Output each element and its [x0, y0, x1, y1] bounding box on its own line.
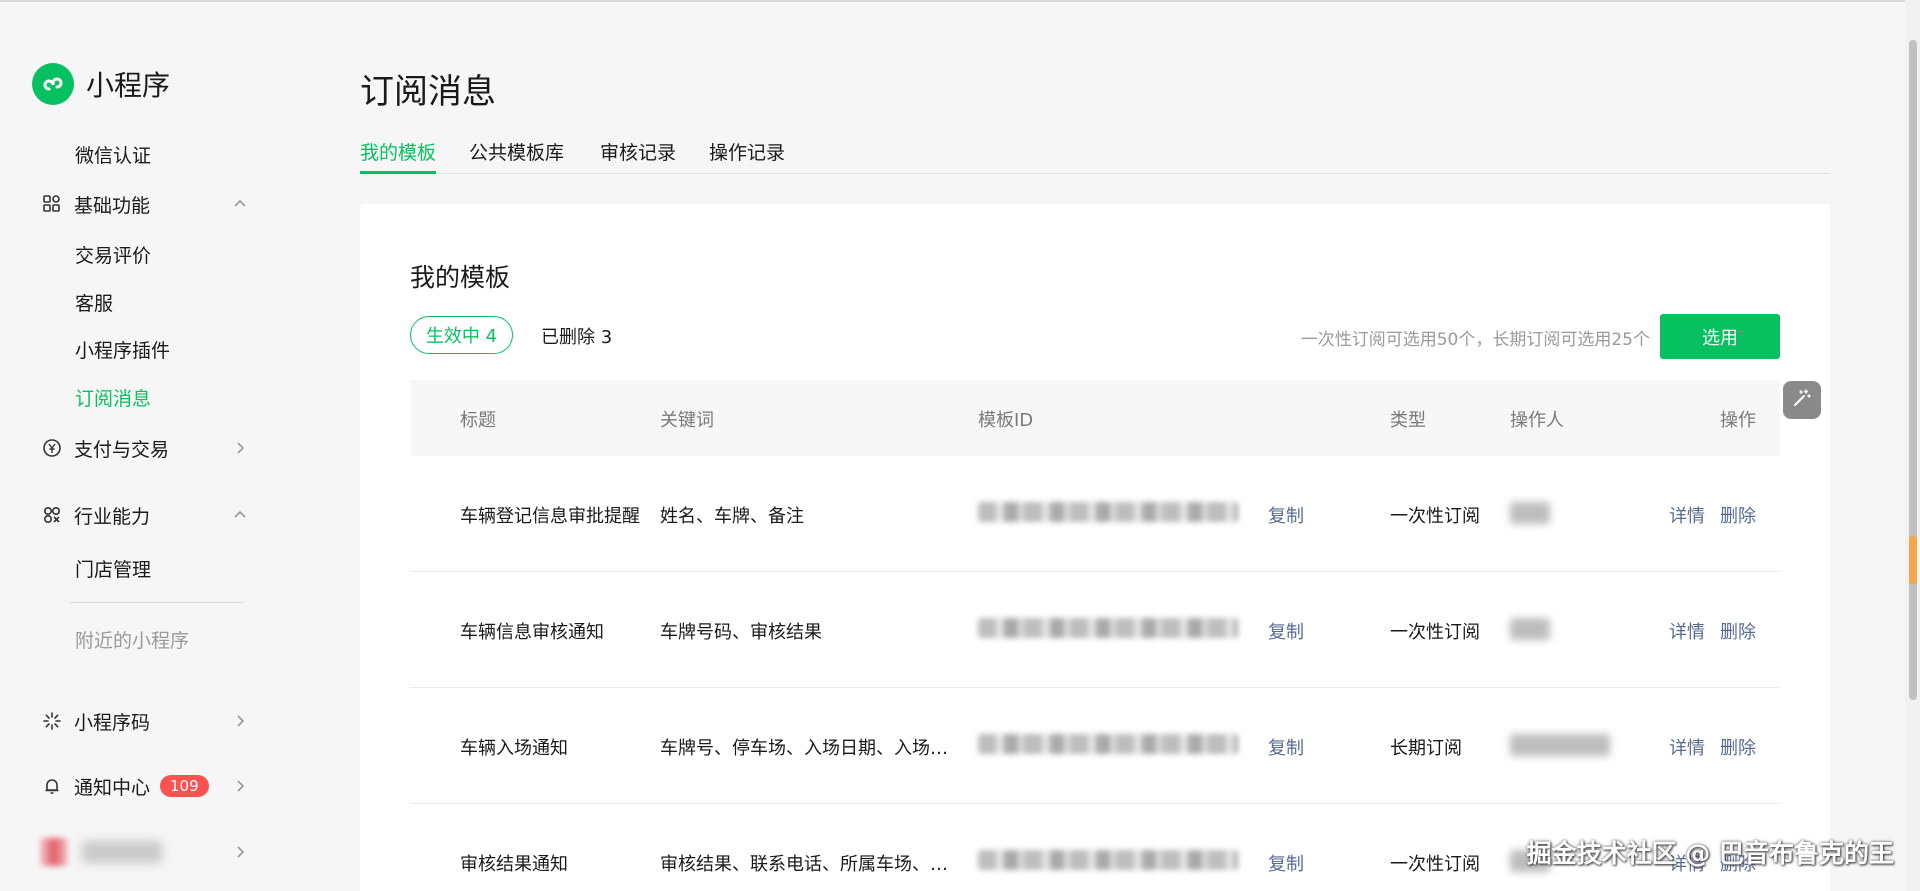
industry-icon: [40, 503, 64, 527]
templates-card: 我的模板 生效中 4 已删除 3 一次性订阅可选用50个，长期订阅可选用25个 …: [360, 204, 1830, 891]
row-operator-redacted: [1510, 618, 1550, 640]
sidebar-group-industry[interactable]: 行业能力: [0, 499, 260, 531]
row-keywords: 车牌号码、审核结果: [660, 622, 822, 643]
header-title: 标题: [460, 410, 496, 431]
miniprogram-logo-icon: [32, 63, 74, 105]
table-row: 车辆信息审核通知 车牌号码、审核结果 复制 一次性订阅 详情 删除: [410, 572, 1780, 688]
scrollbar-marker: [1909, 536, 1917, 584]
header-template-id: 模板ID: [978, 410, 1034, 431]
tab-review-records[interactable]: 审核记录: [600, 138, 676, 174]
select-template-button[interactable]: 选用: [1660, 314, 1780, 359]
grid-icon: [40, 192, 64, 216]
sidebar-item-customer-service[interactable]: 客服: [0, 286, 260, 318]
tab-my-templates[interactable]: 我的模板: [360, 138, 437, 174]
row-template-id-redacted: [978, 502, 1248, 522]
table-row: 车辆登记信息审批提醒 姓名、车牌、备注 复制 一次性订阅 详情 删除: [410, 456, 1780, 572]
sidebar-item-trade-review[interactable]: 交易评价: [0, 238, 260, 270]
sidebar: 小程序 微信认证 基础功能 交易评价 客服 小程序插件 订阅消息 支付与交易 行…: [0, 0, 300, 891]
filter-deleted[interactable]: 已删除 3: [541, 323, 612, 349]
row-keywords: 审核结果、联系电话、所属车场、车...: [660, 854, 960, 875]
row-type: 一次性订阅: [1390, 622, 1480, 643]
row-title: 车辆登记信息审批提醒: [460, 506, 640, 527]
detail-link[interactable]: 详情: [1669, 502, 1705, 528]
row-title: 车辆信息审核通知: [460, 622, 604, 643]
chevron-up-icon: [230, 194, 250, 214]
header-actions: 操作: [1720, 410, 1756, 431]
detail-link[interactable]: 详情: [1669, 618, 1705, 644]
magic-wand-icon: [1791, 387, 1813, 413]
yen-icon: [40, 436, 64, 460]
magic-wand-button[interactable]: [1783, 381, 1821, 419]
copy-link[interactable]: 复制: [1268, 618, 1304, 644]
qrcode-icon: [40, 709, 64, 733]
tab-operation-records[interactable]: 操作记录: [709, 138, 785, 174]
sidebar-item-store-management[interactable]: 门店管理: [0, 552, 260, 584]
chevron-right-icon: [230, 711, 250, 731]
detail-link[interactable]: 详情: [1669, 734, 1705, 760]
row-template-id-redacted: [978, 734, 1248, 754]
templates-table: 标题 关键词 模板ID 类型 操作人 操作 车辆登记信息审批提醒 姓名、车牌、备…: [410, 380, 1780, 891]
bell-icon: [40, 774, 64, 798]
row-type: 长期订阅: [1390, 738, 1462, 759]
copy-link[interactable]: 复制: [1268, 850, 1304, 876]
header-operator: 操作人: [1510, 410, 1564, 431]
row-template-id-redacted: [978, 618, 1248, 638]
chevron-right-icon: [230, 438, 250, 458]
header-type: 类型: [1390, 410, 1426, 431]
row-type: 一次性订阅: [1390, 854, 1480, 875]
delete-link[interactable]: 删除: [1720, 618, 1756, 644]
table-row: 车辆入场通知 车牌号、停车场、入场日期、入场时... 复制 长期订阅 详情 删除: [410, 688, 1780, 804]
sidebar-group-qrcode[interactable]: 小程序码: [0, 705, 260, 737]
table-header: 标题 关键词 模板ID 类型 操作人 操作: [410, 380, 1780, 456]
row-keywords: 姓名、车牌、备注: [660, 506, 804, 527]
notification-count-badge: 109: [160, 775, 209, 797]
chevron-right-icon: [230, 842, 250, 862]
tab-public-template-library[interactable]: 公共模板库: [469, 138, 564, 174]
copy-link[interactable]: 复制: [1268, 502, 1304, 528]
chevron-up-icon: [230, 505, 250, 525]
row-title: 车辆入场通知: [460, 738, 568, 759]
row-keywords: 车牌号、停车场、入场日期、入场时...: [660, 738, 960, 759]
quota-hint: 一次性订阅可选用50个，长期订阅可选用25个: [1300, 330, 1650, 350]
sidebar-item-wechat-verify[interactable]: 微信认证: [0, 138, 260, 170]
sidebar-group-basic[interactable]: 基础功能: [0, 188, 260, 220]
delete-link[interactable]: 删除: [1720, 502, 1756, 528]
account-avatar: [40, 838, 68, 866]
watermark: 掘金技术社区 @ 巴音布鲁克的王: [1526, 839, 1894, 868]
sidebar-item-subscribe-message[interactable]: 订阅消息: [0, 381, 260, 413]
sidebar-group-notification[interactable]: 通知中心 109: [0, 770, 260, 802]
page-title: 订阅消息: [360, 72, 496, 112]
account-name-redacted: [82, 841, 162, 863]
sidebar-item-plugins[interactable]: 小程序插件: [0, 333, 260, 365]
copy-link[interactable]: 复制: [1268, 734, 1304, 760]
app-logo[interactable]: 小程序: [32, 63, 170, 105]
sidebar-account[interactable]: [0, 836, 260, 868]
row-operator-redacted: [1510, 734, 1610, 756]
row-operator-redacted: [1510, 502, 1550, 524]
scrollbar-thumb[interactable]: [1909, 40, 1917, 700]
row-title: 审核结果通知: [460, 854, 568, 875]
row-template-id-redacted: [978, 850, 1248, 870]
tab-bar: 我的模板 公共模板库 审核记录 操作记录: [360, 136, 1830, 174]
sidebar-item-nearby-miniprogram[interactable]: 附近的小程序: [0, 623, 260, 655]
delete-link[interactable]: 删除: [1720, 734, 1756, 760]
row-type: 一次性订阅: [1390, 506, 1480, 527]
header-keywords: 关键词: [660, 410, 714, 431]
sidebar-divider: [70, 602, 244, 603]
chevron-right-icon: [230, 776, 250, 796]
app-name: 小程序: [86, 69, 171, 102]
card-title: 我的模板: [410, 263, 511, 292]
filter-active[interactable]: 生效中 4: [410, 316, 513, 354]
sidebar-group-payment[interactable]: 支付与交易: [0, 432, 260, 464]
